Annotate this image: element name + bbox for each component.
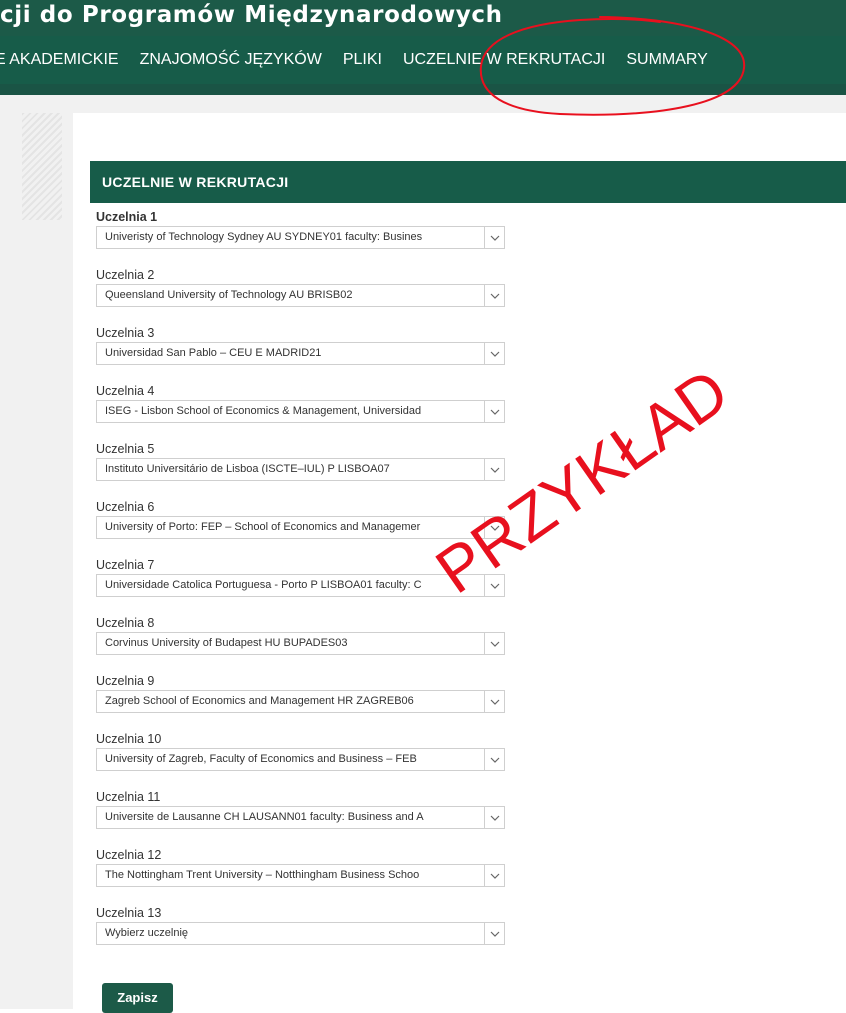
field-label: Uczelnia 6 (96, 500, 155, 514)
field-label: Uczelnia 5 (96, 442, 155, 456)
app-header: cji do Programów Międzynarodowych E AKAD… (0, 0, 846, 95)
uczelnia-field: Uczelnia 12 The Nottingham Trent Universi… (96, 847, 506, 905)
field-label: Uczelnia 8 (96, 616, 155, 630)
field-label: Uczelnia 10 (96, 732, 162, 746)
uczelnia-field: Uczelnia 2 Queensland University of Techn… (96, 267, 506, 325)
nav-item-akademickie[interactable]: E AKADEMICKIE (0, 51, 119, 69)
university-select[interactable]: Universidade Catolica Portuguesa - Porto… (96, 574, 505, 597)
select-value: Universite de Lausanne CH LAUSANN01 facu… (105, 811, 424, 823)
nav-item-znajomosc-jezykow[interactable]: ZNAJOMOŚĆ JĘZYKÓW (140, 51, 322, 69)
uczelnia-field: Uczelnia 13 Wybierz uczelnię (96, 905, 506, 963)
panel-header: UCZELNIE W REKRUTACJI (90, 161, 846, 203)
uczelnia-field: Uczelnia 5 Instituto Universitário de Lis… (96, 441, 506, 499)
nav-item-summary[interactable]: SUMMARY (626, 51, 708, 69)
nav-bottom-strip (0, 84, 846, 95)
field-label: Uczelnia 12 (96, 848, 162, 862)
select-value: Univeristy of Technology Sydney AU SYDNE… (105, 231, 423, 243)
uczelnia-field: Uczelnia 8 Corvinus University of Budapes… (96, 615, 506, 673)
university-select[interactable]: Zagreb School of Economics and Managemen… (96, 690, 505, 713)
chevron-down-icon[interactable] (484, 749, 504, 770)
field-label: Uczelnia 11 (96, 790, 161, 804)
chevron-down-icon[interactable] (484, 633, 504, 654)
main-nav: E AKADEMICKIE ZNAJOMOŚĆ JĘZYKÓW PLIKI UC… (0, 36, 846, 84)
chevron-down-icon[interactable] (484, 865, 504, 886)
field-label: Uczelnia 9 (96, 674, 155, 688)
university-select[interactable]: Queensland University of Technology AU B… (96, 284, 505, 307)
site-title: cji do Programów Międzynarodowych (0, 2, 503, 28)
university-form: Uczelnia 1 Univeristy of Technology Sydne… (96, 209, 506, 963)
uczelnia-field: Uczelnia 11 Universite de Lausanne CH LAU… (96, 789, 506, 847)
field-label: Uczelnia 1 (96, 210, 158, 224)
uczelnia-field: Uczelnia 10 University of Zagreb, Faculty… (96, 731, 506, 789)
select-value: University of Porto: FEP – School of Eco… (105, 521, 421, 533)
field-label: Uczelnia 4 (96, 384, 155, 398)
select-value: The Nottingham Trent University – Notthi… (105, 869, 420, 881)
field-label: Uczelnia 3 (96, 326, 155, 340)
university-select[interactable]: Universite de Lausanne CH LAUSANN01 facu… (96, 806, 505, 829)
panel-title: UCZELNIE W REKRUTACJI (102, 174, 289, 190)
chevron-down-icon[interactable] (484, 923, 504, 944)
nav-item-uczelnie-w-rekrutacji[interactable]: UCZELNIE W REKRUTACJI (403, 51, 605, 69)
university-select[interactable]: Univeristy of Technology Sydney AU SYDNE… (96, 226, 505, 249)
chevron-down-icon[interactable] (484, 517, 504, 538)
chevron-down-icon[interactable] (484, 691, 504, 712)
field-label: Uczelnia 7 (96, 558, 155, 572)
uczelnia-field: Uczelnia 3 Universidad San Pablo – CEU E … (96, 325, 506, 383)
select-value: Zagreb School of Economics and Managemen… (105, 695, 414, 707)
field-label: Uczelnia 2 (96, 268, 155, 282)
select-value: Universidade Catolica Portuguesa - Porto… (105, 579, 422, 591)
chevron-down-icon[interactable] (484, 227, 504, 248)
field-label: Uczelnia 13 (96, 906, 162, 920)
university-select[interactable]: ISEG - Lisbon School of Economics & Mana… (96, 400, 505, 423)
uczelnia-field: Uczelnia 9 Zagreb School of Economics and… (96, 673, 506, 731)
chevron-down-icon[interactable] (484, 459, 504, 480)
select-value: Instituto Universitário de Lisboa (ISCTE… (105, 463, 390, 475)
uczelnia-field: Uczelnia 6 University of Porto: FEP – Sch… (96, 499, 506, 557)
uczelnia-field: Uczelnia 4 ISEG - Lisbon School of Econom… (96, 383, 506, 441)
uczelnia-field: Uczelnia 1 Univeristy of Technology Sydne… (96, 209, 506, 267)
university-select[interactable]: University of Zagreb, Faculty of Economi… (96, 748, 505, 771)
university-select[interactable]: Instituto Universitário de Lisboa (ISCTE… (96, 458, 505, 481)
university-select[interactable]: Corvinus University of Budapest HU BUPAD… (96, 632, 505, 655)
nav-item-pliki[interactable]: PLIKI (343, 51, 382, 69)
select-value: Wybierz uczelnię (105, 927, 189, 939)
select-value: Corvinus University of Budapest HU BUPAD… (105, 637, 348, 649)
select-value: Queensland University of Technology AU B… (105, 289, 353, 301)
uczelnia-field: Uczelnia 7 Universidade Catolica Portugue… (96, 557, 506, 615)
university-select[interactable]: University of Porto: FEP – School of Eco… (96, 516, 505, 539)
university-select[interactable]: Wybierz uczelnię (96, 922, 505, 945)
university-select[interactable]: Universidad San Pablo – CEU E MADRID21 (96, 342, 505, 365)
chevron-down-icon[interactable] (484, 285, 504, 306)
select-value: University of Zagreb, Faculty of Economi… (105, 753, 417, 765)
university-select[interactable]: The Nottingham Trent University – Notthi… (96, 864, 505, 887)
chevron-down-icon[interactable] (484, 401, 504, 422)
side-hatch-decoration (22, 113, 62, 220)
chevron-down-icon[interactable] (484, 807, 504, 828)
chevron-down-icon[interactable] (484, 343, 504, 364)
select-value: ISEG - Lisbon School of Economics & Mana… (105, 405, 422, 417)
chevron-down-icon[interactable] (484, 575, 504, 596)
select-value: Universidad San Pablo – CEU E MADRID21 (105, 347, 322, 359)
